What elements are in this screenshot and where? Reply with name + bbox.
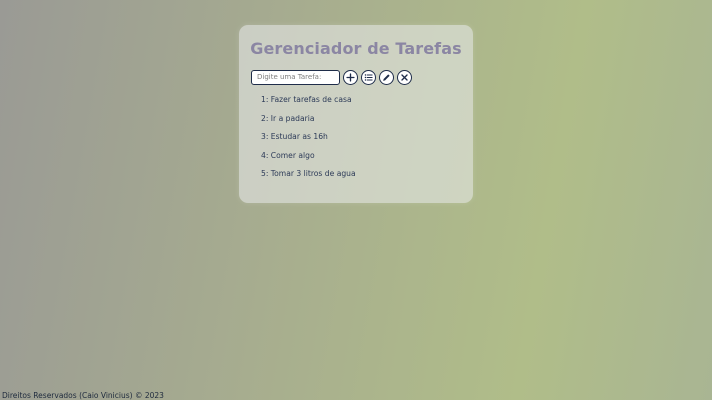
close-icon [401,73,408,81]
task-form [251,69,412,85]
task-list: 1: Fazer tarefas de casa 2: Ir a padaria… [261,95,356,188]
footer-copyright: Direitos Reservados (Caio Vinicius) © 20… [2,391,164,400]
task-item[interactable]: 2: Ir a padaria [261,114,356,133]
task-item[interactable]: 1: Fazer tarefas de casa [261,95,356,114]
task-item[interactable]: 3: Estudar as 16h [261,132,356,151]
delete-task-button[interactable] [397,69,412,85]
task-item[interactable]: 4: Comer algo [261,151,356,170]
pencil-icon [383,73,390,81]
add-task-button[interactable] [343,69,358,85]
list-icon [364,73,373,81]
list-tasks-button[interactable] [361,69,376,85]
task-input[interactable] [251,69,340,85]
task-manager-card: Gerenciador de Tarefas Digite uma Tarefa… [239,25,473,203]
task-item[interactable]: 5: Tomar 3 litros de agua [261,169,356,188]
edit-task-button[interactable] [379,69,394,85]
page-title: Gerenciador de Tarefas [250,39,462,58]
plus-icon [346,72,355,82]
